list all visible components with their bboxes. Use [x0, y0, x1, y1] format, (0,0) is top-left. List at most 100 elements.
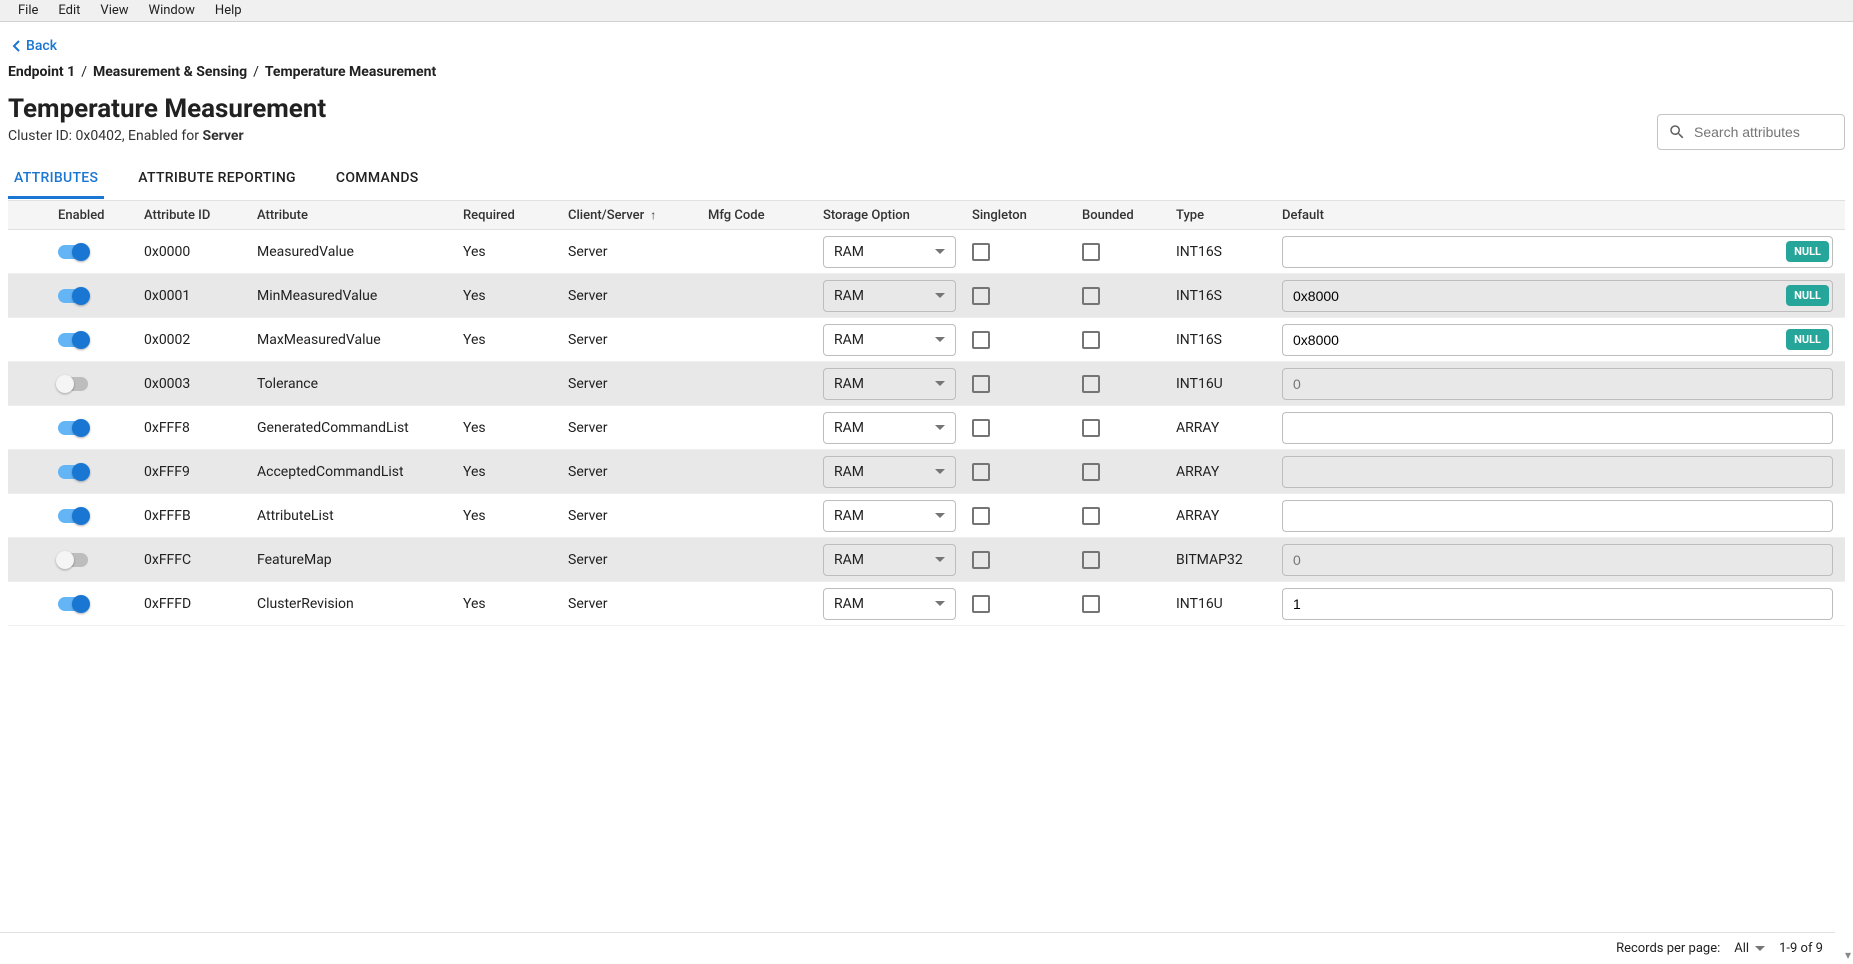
back-button[interactable]: Back: [8, 30, 61, 62]
type-value: BITMAP32: [1170, 552, 1276, 568]
required-value: Yes: [457, 332, 562, 348]
back-label: Back: [26, 38, 57, 54]
singleton-checkbox[interactable]: [972, 463, 990, 481]
singleton-checkbox[interactable]: [972, 331, 990, 349]
col-required[interactable]: Required: [457, 208, 562, 223]
col-enabled[interactable]: Enabled: [8, 208, 138, 223]
null-button[interactable]: NULL: [1786, 329, 1829, 350]
attribute-id: 0xFFF9: [138, 464, 251, 480]
singleton-checkbox[interactable]: [972, 595, 990, 613]
type-value: INT16U: [1170, 596, 1276, 612]
col-attribute-id[interactable]: Attribute ID: [138, 208, 251, 223]
null-button[interactable]: NULL: [1786, 241, 1829, 262]
col-mfg-code[interactable]: Mfg Code: [702, 208, 817, 223]
chevron-left-icon: [12, 40, 20, 52]
default-field: [1282, 544, 1833, 576]
bounded-checkbox[interactable]: [1082, 463, 1100, 481]
col-bounded[interactable]: Bounded: [1072, 208, 1170, 223]
search-input[interactable]: [1694, 124, 1834, 140]
enabled-toggle[interactable]: [58, 333, 88, 347]
bounded-checkbox[interactable]: [1082, 331, 1100, 349]
enabled-toggle[interactable]: [58, 289, 88, 303]
enabled-toggle[interactable]: [58, 553, 88, 567]
default-input[interactable]: [1283, 244, 1786, 260]
enabled-toggle[interactable]: [58, 465, 88, 479]
type-value: INT16S: [1170, 244, 1276, 260]
enabled-toggle[interactable]: [58, 421, 88, 435]
col-type[interactable]: Type: [1170, 208, 1276, 223]
singleton-checkbox[interactable]: [972, 243, 990, 261]
storage-select[interactable]: RAM: [823, 500, 956, 532]
default-input[interactable]: [1283, 464, 1832, 480]
chevron-down-icon: [935, 469, 945, 474]
storage-select[interactable]: RAM: [823, 280, 956, 312]
attribute-id: 0x0003: [138, 376, 251, 392]
menu-help[interactable]: Help: [205, 1, 252, 20]
required-value: Yes: [457, 420, 562, 436]
default-input: [1283, 552, 1832, 568]
table-footer: Records per page: All 1-9 of 9: [0, 932, 1835, 964]
search-attributes[interactable]: [1657, 114, 1845, 150]
default-input[interactable]: [1283, 332, 1786, 348]
storage-select[interactable]: RAM: [823, 236, 956, 268]
client-server-value: Server: [562, 244, 702, 260]
col-default[interactable]: Default: [1276, 208, 1845, 223]
tab-commands[interactable]: COMMANDS: [330, 160, 425, 199]
enabled-toggle[interactable]: [58, 597, 88, 611]
bounded-checkbox[interactable]: [1082, 287, 1100, 305]
page-size-select[interactable]: All: [1734, 941, 1765, 956]
col-storage[interactable]: Storage Option: [817, 208, 962, 223]
default-field: NULL: [1282, 324, 1833, 356]
client-server-value: Server: [562, 332, 702, 348]
attribute-name: Tolerance: [251, 376, 457, 392]
default-input[interactable]: [1283, 596, 1832, 612]
storage-select[interactable]: RAM: [823, 412, 956, 444]
menu-file[interactable]: File: [8, 1, 48, 20]
default-input[interactable]: [1283, 508, 1832, 524]
singleton-checkbox[interactable]: [972, 419, 990, 437]
bounded-checkbox[interactable]: [1082, 507, 1100, 525]
table-row: 0x0001MinMeasuredValueYesServerRAMINT16S…: [8, 274, 1845, 318]
default-input[interactable]: [1283, 288, 1786, 304]
attribute-name: MaxMeasuredValue: [251, 332, 457, 348]
bounded-checkbox[interactable]: [1082, 375, 1100, 393]
default-input[interactable]: [1283, 420, 1832, 436]
singleton-checkbox[interactable]: [972, 375, 990, 393]
tab-attributes[interactable]: ATTRIBUTES: [8, 160, 104, 199]
menu-view[interactable]: View: [90, 1, 138, 20]
default-field: NULL: [1282, 236, 1833, 268]
scroll-down-icon[interactable]: ▾: [1845, 948, 1851, 962]
client-server-value: Server: [562, 552, 702, 568]
bounded-checkbox[interactable]: [1082, 419, 1100, 437]
storage-select[interactable]: RAM: [823, 324, 956, 356]
tab-attribute-reporting[interactable]: ATTRIBUTE REPORTING: [132, 160, 302, 199]
bounded-checkbox[interactable]: [1082, 243, 1100, 261]
enabled-toggle[interactable]: [58, 245, 88, 259]
singleton-checkbox[interactable]: [972, 507, 990, 525]
menu-edit[interactable]: Edit: [48, 1, 90, 20]
col-client-server[interactable]: Client/Server ↑: [562, 208, 702, 223]
type-value: INT16S: [1170, 332, 1276, 348]
type-value: INT16U: [1170, 376, 1276, 392]
attribute-name: ClusterRevision: [251, 596, 457, 612]
enabled-toggle[interactable]: [58, 509, 88, 523]
menu-window[interactable]: Window: [139, 1, 205, 20]
type-value: ARRAY: [1170, 420, 1276, 436]
breadcrumb-item[interactable]: Endpoint 1: [8, 64, 75, 80]
singleton-checkbox[interactable]: [972, 551, 990, 569]
storage-select[interactable]: RAM: [823, 544, 956, 576]
col-singleton[interactable]: Singleton: [962, 208, 1072, 223]
null-button[interactable]: NULL: [1786, 285, 1829, 306]
bounded-checkbox[interactable]: [1082, 595, 1100, 613]
breadcrumb-item[interactable]: Temperature Measurement: [265, 64, 436, 80]
bounded-checkbox[interactable]: [1082, 551, 1100, 569]
storage-select[interactable]: RAM: [823, 368, 956, 400]
col-attribute[interactable]: Attribute: [251, 208, 457, 223]
breadcrumb-item[interactable]: Measurement & Sensing: [93, 64, 247, 80]
storage-select[interactable]: RAM: [823, 456, 956, 488]
singleton-checkbox[interactable]: [972, 287, 990, 305]
default-field: [1282, 368, 1833, 400]
enabled-toggle[interactable]: [58, 377, 88, 391]
storage-select[interactable]: RAM: [823, 588, 956, 620]
attribute-name: AcceptedCommandList: [251, 464, 457, 480]
